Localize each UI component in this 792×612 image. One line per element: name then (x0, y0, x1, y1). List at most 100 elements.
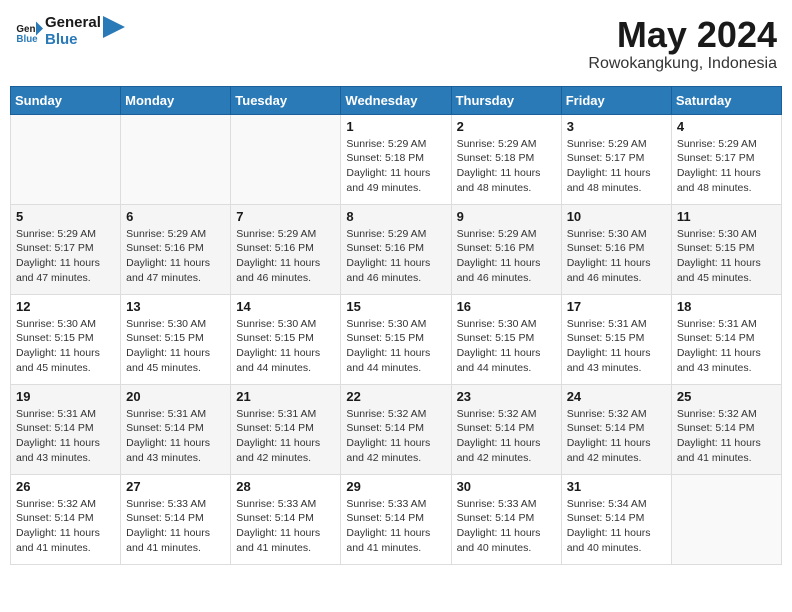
day-number: 16 (457, 299, 556, 314)
calendar-cell (121, 114, 231, 204)
logo-general: General (45, 15, 101, 32)
day-number: 22 (346, 389, 445, 404)
calendar-cell: 6Sunrise: 5:29 AM Sunset: 5:16 PM Daylig… (121, 204, 231, 294)
svg-text:Blue: Blue (16, 33, 38, 44)
calendar-header: SundayMondayTuesdayWednesdayThursdayFrid… (11, 86, 782, 114)
calendar-cell: 21Sunrise: 5:31 AM Sunset: 5:14 PM Dayli… (231, 384, 341, 474)
day-info: Sunrise: 5:30 AM Sunset: 5:15 PM Dayligh… (16, 317, 115, 376)
day-info: Sunrise: 5:32 AM Sunset: 5:14 PM Dayligh… (567, 407, 666, 466)
calendar-cell: 14 Sunrise: 5:30 AM Sunset: 5:15 PM Dayli… (231, 294, 341, 384)
day-number: 31 (567, 479, 666, 494)
day-info: Sunrise: 5:29 AM Sunset: 5:17 PM Dayligh… (567, 137, 666, 196)
day-number: 13 (126, 299, 225, 314)
location-subtitle: Rowokangkung, Indonesia (588, 55, 777, 73)
calendar-week-row: 26Sunrise: 5:32 AM Sunset: 5:14 PM Dayli… (11, 474, 782, 564)
day-info: Sunrise: 5:32 AM Sunset: 5:14 PM Dayligh… (677, 407, 776, 466)
day-number: 30 (457, 479, 556, 494)
logo-arrow-icon (103, 16, 125, 38)
calendar-week-row: 5 Sunrise: 5:29 AM Sunset: 5:17 PM Daylig… (11, 204, 782, 294)
day-number: 17 (567, 299, 666, 314)
calendar-cell: 19Sunrise: 5:31 AM Sunset: 5:14 PM Dayli… (11, 384, 121, 474)
calendar-week-row: 19Sunrise: 5:31 AM Sunset: 5:14 PM Dayli… (11, 384, 782, 474)
weekday-header: Saturday (671, 86, 781, 114)
day-info: Sunrise: 5:31 AM Sunset: 5:15 PM Dayligh… (567, 317, 666, 376)
weekday-header: Monday (121, 86, 231, 114)
day-info: Sunrise: 5:30 AM Sunset: 5:15 PM Dayligh… (126, 317, 225, 376)
day-number: 20 (126, 389, 225, 404)
day-info: Sunrise: 5:29 AM Sunset: 5:16 PM Dayligh… (236, 227, 335, 286)
calendar-cell: 30 Sunrise: 5:33 AM Sunset: 5:14 PM Dayli… (451, 474, 561, 564)
day-info: Sunrise: 5:31 AM Sunset: 5:14 PM Dayligh… (16, 407, 115, 466)
day-info: Sunrise: 5:29 AM Sunset: 5:17 PM Dayligh… (16, 227, 115, 286)
day-info: Sunrise: 5:33 AM Sunset: 5:14 PM Dayligh… (457, 497, 556, 556)
day-number: 21 (236, 389, 335, 404)
calendar-cell: 16 Sunrise: 5:30 AM Sunset: 5:15 PM Dayli… (451, 294, 561, 384)
calendar-cell: 28 Sunrise: 5:33 AM Sunset: 5:14 PM Dayli… (231, 474, 341, 564)
day-info: Sunrise: 5:30 AM Sunset: 5:16 PM Dayligh… (567, 227, 666, 286)
day-number: 12 (16, 299, 115, 314)
calendar-cell: 29 Sunrise: 5:33 AM Sunset: 5:14 PM Dayli… (341, 474, 451, 564)
day-number: 6 (126, 209, 225, 224)
day-info: Sunrise: 5:30 AM Sunset: 5:15 PM Dayligh… (457, 317, 556, 376)
calendar-body: 1Sunrise: 5:29 AM Sunset: 5:18 PM Daylig… (11, 114, 782, 564)
calendar-cell: 15Sunrise: 5:30 AM Sunset: 5:15 PM Dayli… (341, 294, 451, 384)
day-number: 29 (346, 479, 445, 494)
page-header: Gen Blue General Blue May 2024 Rowokangk… (10, 10, 782, 78)
weekday-header: Wednesday (341, 86, 451, 114)
day-number: 28 (236, 479, 335, 494)
weekday-header: Tuesday (231, 86, 341, 114)
logo-blue: Blue (45, 32, 101, 49)
day-number: 3 (567, 119, 666, 134)
day-number: 27 (126, 479, 225, 494)
weekday-header: Friday (561, 86, 671, 114)
day-number: 7 (236, 209, 335, 224)
day-info: Sunrise: 5:29 AM Sunset: 5:16 PM Dayligh… (457, 227, 556, 286)
day-info: Sunrise: 5:29 AM Sunset: 5:18 PM Dayligh… (457, 137, 556, 196)
day-number: 15 (346, 299, 445, 314)
calendar-cell: 26Sunrise: 5:32 AM Sunset: 5:14 PM Dayli… (11, 474, 121, 564)
day-info: Sunrise: 5:33 AM Sunset: 5:14 PM Dayligh… (346, 497, 445, 556)
weekday-header: Sunday (11, 86, 121, 114)
calendar-week-row: 12 Sunrise: 5:30 AM Sunset: 5:15 PM Dayli… (11, 294, 782, 384)
calendar-cell: 23 Sunrise: 5:32 AM Sunset: 5:14 PM Dayli… (451, 384, 561, 474)
calendar-cell: 11Sunrise: 5:30 AM Sunset: 5:15 PM Dayli… (671, 204, 781, 294)
day-info: Sunrise: 5:31 AM Sunset: 5:14 PM Dayligh… (677, 317, 776, 376)
day-info: Sunrise: 5:32 AM Sunset: 5:14 PM Dayligh… (346, 407, 445, 466)
calendar-cell: 27 Sunrise: 5:33 AM Sunset: 5:14 PM Dayli… (121, 474, 231, 564)
day-number: 23 (457, 389, 556, 404)
day-number: 5 (16, 209, 115, 224)
calendar-cell: 4 Sunrise: 5:29 AM Sunset: 5:17 PM Daylig… (671, 114, 781, 204)
weekday-header-row: SundayMondayTuesdayWednesdayThursdayFrid… (11, 86, 782, 114)
day-info: Sunrise: 5:29 AM Sunset: 5:16 PM Dayligh… (346, 227, 445, 286)
logo-icon: Gen Blue (15, 18, 43, 46)
day-number: 26 (16, 479, 115, 494)
day-info: Sunrise: 5:33 AM Sunset: 5:14 PM Dayligh… (126, 497, 225, 556)
day-number: 4 (677, 119, 776, 134)
day-info: Sunrise: 5:34 AM Sunset: 5:14 PM Dayligh… (567, 497, 666, 556)
calendar-cell: 13 Sunrise: 5:30 AM Sunset: 5:15 PM Dayli… (121, 294, 231, 384)
calendar-week-row: 1Sunrise: 5:29 AM Sunset: 5:18 PM Daylig… (11, 114, 782, 204)
calendar-cell: 24 Sunrise: 5:32 AM Sunset: 5:14 PM Dayli… (561, 384, 671, 474)
calendar-cell: 12 Sunrise: 5:30 AM Sunset: 5:15 PM Dayli… (11, 294, 121, 384)
calendar-cell: 31 Sunrise: 5:34 AM Sunset: 5:14 PM Dayli… (561, 474, 671, 564)
calendar-cell: 22 Sunrise: 5:32 AM Sunset: 5:14 PM Dayli… (341, 384, 451, 474)
day-info: Sunrise: 5:30 AM Sunset: 5:15 PM Dayligh… (236, 317, 335, 376)
calendar-cell: 9 Sunrise: 5:29 AM Sunset: 5:16 PM Daylig… (451, 204, 561, 294)
day-number: 9 (457, 209, 556, 224)
calendar-cell: 25 Sunrise: 5:32 AM Sunset: 5:14 PM Dayli… (671, 384, 781, 474)
calendar-cell: 8Sunrise: 5:29 AM Sunset: 5:16 PM Daylig… (341, 204, 451, 294)
day-info: Sunrise: 5:32 AM Sunset: 5:14 PM Dayligh… (457, 407, 556, 466)
month-year-title: May 2024 (588, 15, 777, 55)
day-number: 24 (567, 389, 666, 404)
day-info: Sunrise: 5:29 AM Sunset: 5:17 PM Dayligh… (677, 137, 776, 196)
calendar-cell: 5 Sunrise: 5:29 AM Sunset: 5:17 PM Daylig… (11, 204, 121, 294)
day-number: 25 (677, 389, 776, 404)
day-number: 14 (236, 299, 335, 314)
day-number: 11 (677, 209, 776, 224)
day-number: 2 (457, 119, 556, 134)
day-info: Sunrise: 5:33 AM Sunset: 5:14 PM Dayligh… (236, 497, 335, 556)
calendar-cell: 2 Sunrise: 5:29 AM Sunset: 5:18 PM Daylig… (451, 114, 561, 204)
logo: Gen Blue General Blue (15, 15, 125, 48)
weekday-header: Thursday (451, 86, 561, 114)
calendar-table: SundayMondayTuesdayWednesdayThursdayFrid… (10, 86, 782, 565)
